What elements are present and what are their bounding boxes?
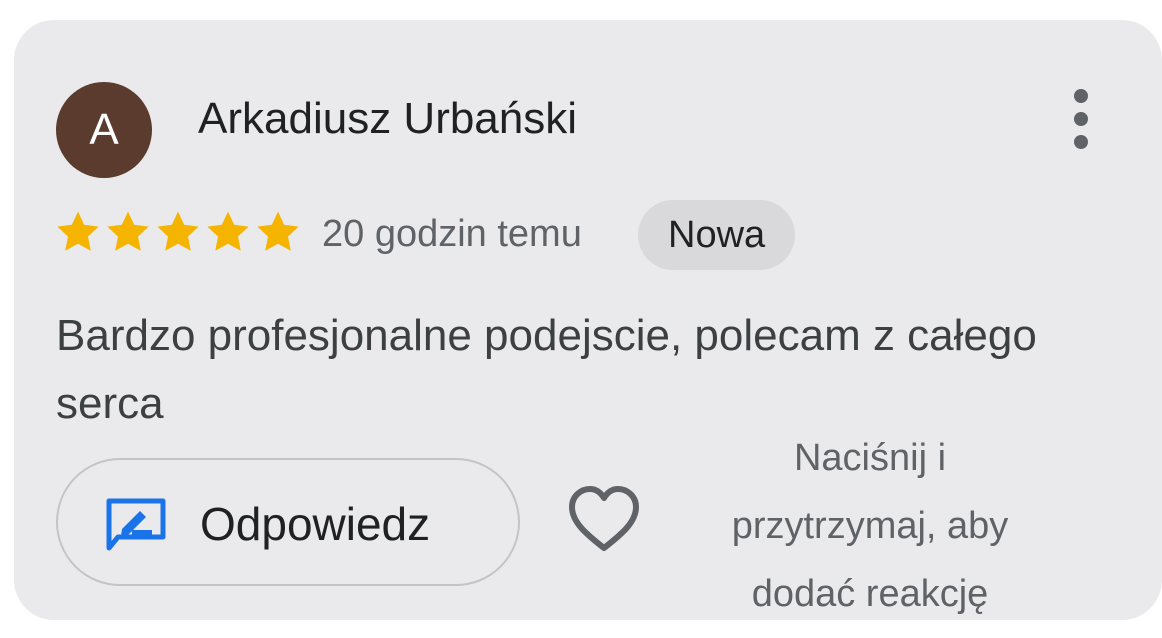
review-card: A Arkadiusz Urbański 20 godzin temu Nowa… [14,20,1162,620]
avatar[interactable]: A [56,82,152,178]
star-icon [257,211,299,251]
reaction-hint: Naciśnij i przytrzymaj, aby dodać reakcj… [731,437,1009,615]
star-icon [107,211,149,251]
author-name[interactable]: Arkadiusz Urbański [198,92,577,146]
heart-outline-icon[interactable] [566,482,642,558]
more-vertical-icon[interactable] [1058,84,1104,154]
star-icon [157,211,199,251]
reply-label: Odpowiedz [200,498,431,550]
review-time: 20 godzin temu [322,213,582,255]
star-icon [57,211,99,251]
star-rating [54,208,302,256]
star-icon [207,211,249,251]
reply-edit-icon [106,498,166,551]
avatar-letter: A [89,105,119,154]
new-badge: Nowa [638,200,796,270]
reply-button[interactable]: Odpowiedz [56,458,520,586]
review-text: Bardzo profesjonalne podejscie, polecam … [56,311,1037,428]
